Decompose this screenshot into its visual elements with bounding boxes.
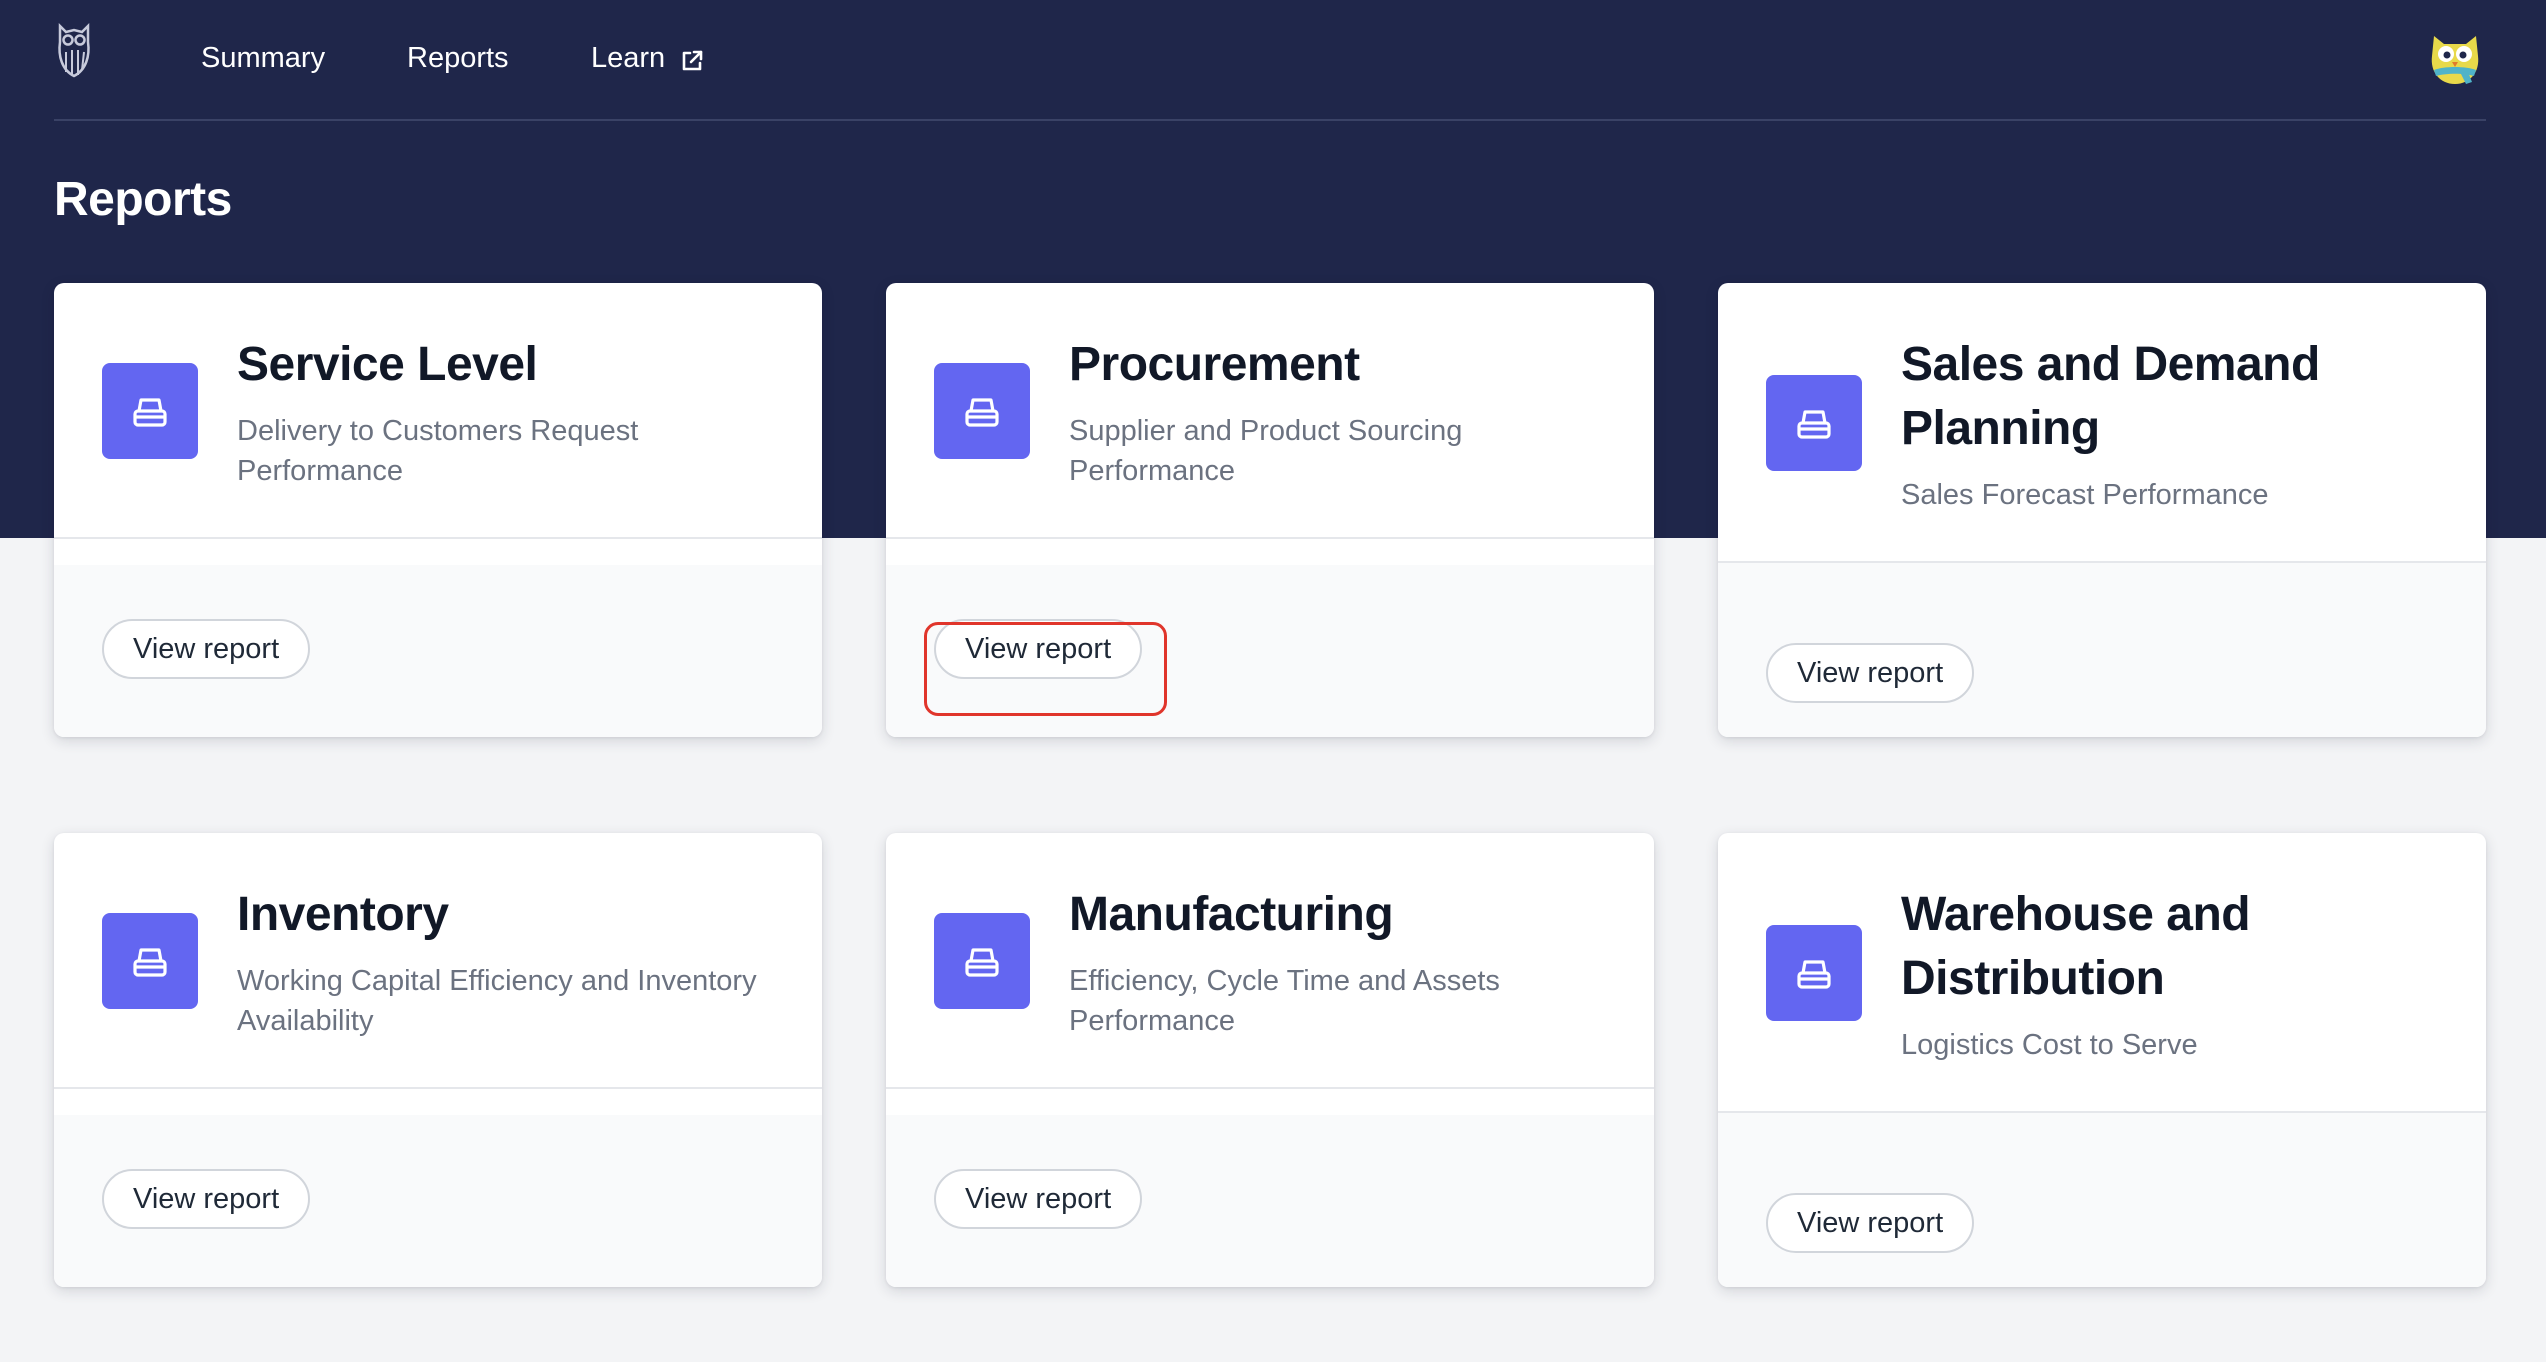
card-header: Manufacturing Efficiency, Cycle Time and… [886,833,1654,1089]
card-title: Procurement [1069,338,1360,391]
report-card-procurement: Procurement Supplier and Product Sourcin… [886,283,1654,737]
card-header: Procurement Supplier and Product Sourcin… [886,283,1654,539]
card-header: Sales and Demand Planning Sales Forecast… [1718,283,2486,563]
view-report-button[interactable]: View report [102,619,311,679]
card-title: Warehouse and Distribution [1901,888,2251,1005]
card-footer: View report [54,565,822,737]
nav-link-learn[interactable]: Learn [591,38,705,78]
owl-avatar-icon[interactable] [2424,26,2486,88]
card-description: Efficiency, Cycle Time and Assets Perfor… [1069,965,1500,1037]
external-link-icon [679,45,705,71]
view-report-button[interactable]: View report [1766,643,1975,703]
card-footer: View report [886,565,1654,737]
card-description: Logistics Cost to Serve [1901,1029,2198,1061]
card-title: Inventory [237,888,449,941]
owl-logo-icon[interactable] [56,20,92,80]
view-report-button[interactable]: View report [1766,1193,1975,1253]
card-header: Inventory Working Capital Efficiency and… [54,833,822,1089]
card-header: Service Level Delivery to Customers Requ… [54,283,822,539]
card-title: Sales and Demand Planning [1901,338,2320,455]
card-title: Service Level [237,338,538,391]
report-card-inventory: Inventory Working Capital Efficiency and… [54,833,822,1287]
inbox-tray-icon [102,363,198,459]
top-navigation: Summary Reports Learn [54,0,2486,121]
card-description: Sales Forecast Performance [1901,479,2269,511]
report-card-sales-demand-planning: Sales and Demand Planning Sales Forecast… [1718,283,2486,737]
inbox-tray-icon [1766,925,1862,1021]
card-header: Warehouse and Distribution Logistics Cos… [1718,833,2486,1113]
card-description: Working Capital Efficiency and Inventory… [237,965,757,1037]
view-report-button[interactable]: View report [102,1169,311,1229]
report-card-manufacturing: Manufacturing Efficiency, Cycle Time and… [886,833,1654,1287]
inbox-tray-icon [1766,375,1862,471]
view-report-button[interactable]: View report [934,619,1143,679]
card-description: Delivery to Customers Request Performanc… [237,415,639,487]
inbox-tray-icon [102,913,198,1009]
card-description: Supplier and Product Sourcing Performanc… [1069,415,1463,487]
nav-link-learn-label: Learn [591,42,666,74]
page-title: Reports [54,173,232,226]
card-footer: View report [54,1115,822,1287]
report-card-service-level: Service Level Delivery to Customers Requ… [54,283,822,737]
inbox-tray-icon [934,913,1030,1009]
nav-link-reports[interactable]: Reports [407,38,509,78]
card-title: Manufacturing [1069,888,1394,941]
view-report-button[interactable]: View report [934,1169,1143,1229]
report-card-warehouse-distribution: Warehouse and Distribution Logistics Cos… [1718,833,2486,1287]
inbox-tray-icon [934,363,1030,459]
card-footer: View report [1718,563,2486,737]
card-footer: View report [1718,1113,2486,1287]
nav-link-summary[interactable]: Summary [201,38,325,78]
card-footer: View report [886,1115,1654,1287]
